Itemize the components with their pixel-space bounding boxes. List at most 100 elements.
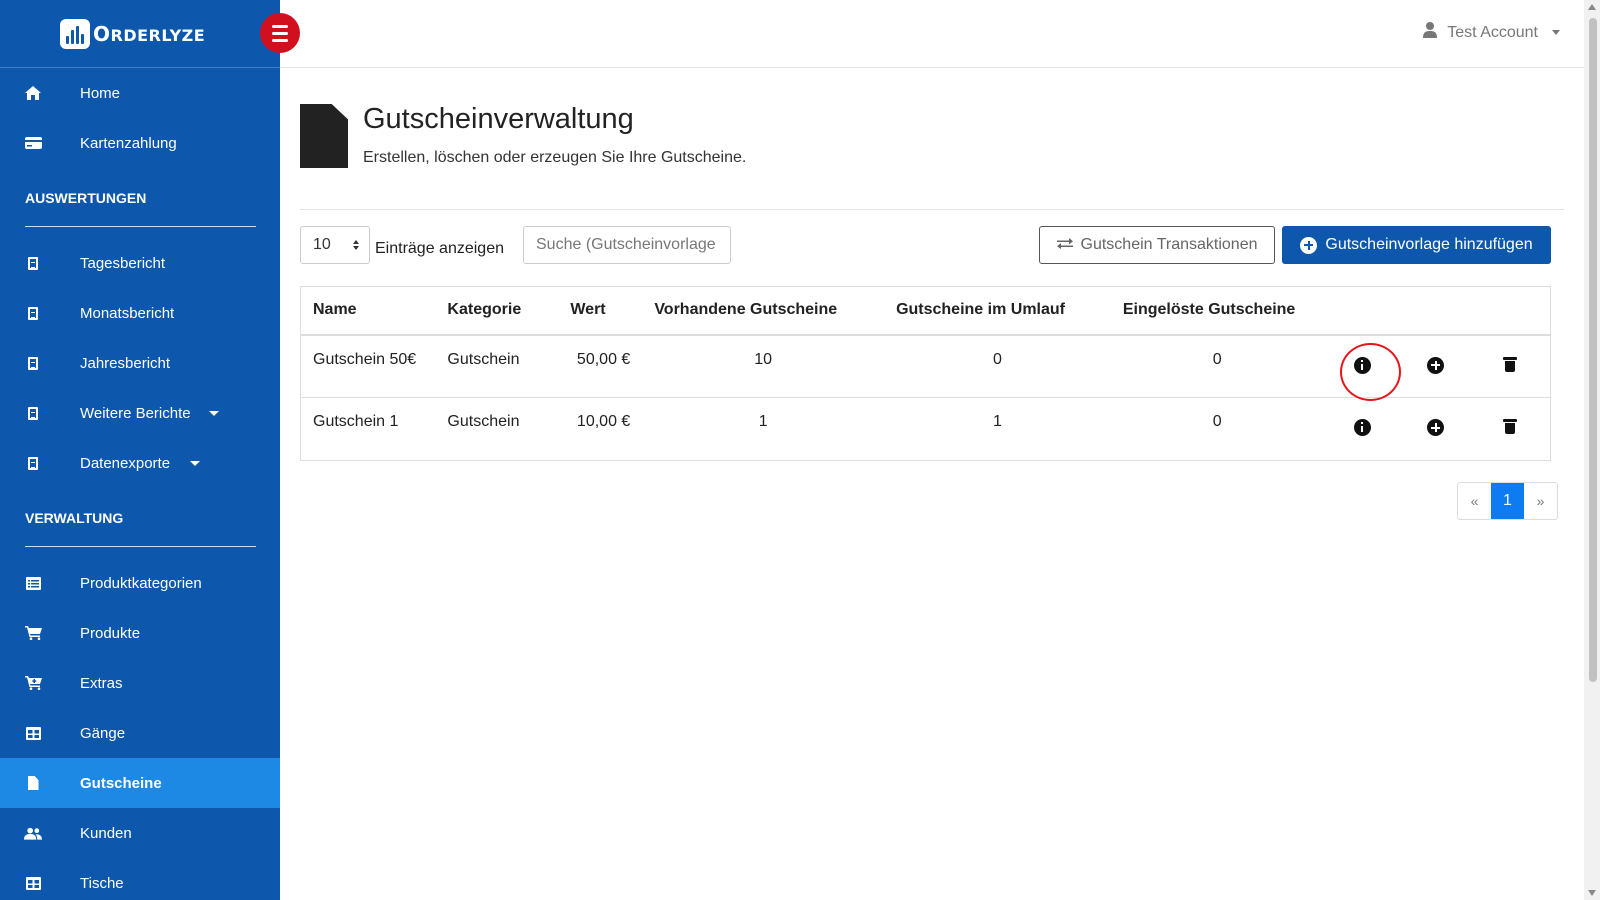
sidebar-item-label: Produktkategorien	[80, 574, 202, 592]
scroll-thumb[interactable]	[1589, 18, 1597, 682]
brand-logo-icon	[60, 18, 90, 49]
table-icon	[24, 724, 42, 742]
sidebar-item-extras[interactable]: Extras	[0, 658, 280, 708]
sidebar-item-label: Monatsbericht	[80, 304, 175, 322]
cell-category: Gutschein	[435, 397, 559, 461]
scroll-down-icon[interactable]	[1588, 890, 1596, 896]
sidebar-item-monatsbericht[interactable]: Monatsbericht	[0, 288, 280, 338]
pagination-next-button[interactable]: »	[1524, 483, 1557, 519]
sidebar-item-weitere-berichte[interactable]: Weitere Berichte	[0, 388, 280, 438]
account-name: Test Account	[1447, 23, 1538, 41]
page-title: Gutscheinverwaltung	[363, 103, 634, 135]
account-dropdown[interactable]: Test Account	[1423, 22, 1560, 43]
document-icon	[24, 254, 42, 272]
cell-redeemed: 0	[1110, 334, 1324, 398]
cell-value: 50,00 €	[558, 334, 643, 398]
cart-icon	[24, 624, 42, 642]
section-heading-auswertungen: AUSWERTUNGEN	[25, 190, 147, 206]
sidebar-item-jahresbericht[interactable]: Jahresbericht	[0, 338, 280, 388]
document-icon	[24, 404, 42, 422]
file-icon	[24, 774, 42, 792]
sidebar-item-label: Datenexporte	[80, 454, 171, 472]
sidebar-item-label: Gutscheine	[80, 774, 162, 792]
document-icon	[24, 354, 42, 372]
cell-value: 10,00 €	[558, 397, 643, 461]
sidebar-item-label: Gänge	[80, 724, 126, 742]
sidebar-item-gutscheine[interactable]: Gutscheine	[0, 758, 280, 808]
sidebar-item-label: Extras	[80, 674, 123, 692]
plus-circle-icon	[1300, 236, 1318, 254]
pagination-page-1[interactable]: 1	[1491, 483, 1524, 519]
page-scrollbar[interactable]	[1584, 0, 1600, 900]
delete-button[interactable]	[1503, 356, 1518, 372]
add-vouchers-button[interactable]	[1427, 419, 1445, 436]
user-icon	[1423, 22, 1438, 43]
brand[interactable]: ORDERLYZE	[0, 0, 280, 68]
credit-card-icon	[24, 134, 42, 152]
voucher-table: Name Kategorie Wert Vorhandene Gutschein…	[300, 286, 1551, 461]
column-header-eingeloest[interactable]: Eingelöste Gutscheine	[1110, 286, 1324, 336]
page-length-label: Einträge anzeigen	[375, 240, 504, 257]
cell-available: 10	[642, 334, 885, 398]
sidebar: ORDERLYZE Home Kartenzahlung AUSWERTUNGE…	[0, 0, 280, 900]
sidebar-item-home[interactable]: Home	[0, 68, 280, 118]
sidebar-item-label: Tische	[80, 874, 124, 892]
sidebar-item-label: Home	[80, 84, 121, 102]
table-row: Gutschein 1 Gutschein 10,00 € 1 1 0	[300, 397, 1551, 461]
caret-down-icon	[190, 461, 200, 466]
menu-toggle-button[interactable]	[260, 13, 300, 53]
sidebar-item-kunden[interactable]: Kunden	[0, 808, 280, 858]
sidebar-item-gaenge[interactable]: Gänge	[0, 708, 280, 758]
voucher-transactions-button[interactable]: Gutschein Transaktionen	[1039, 226, 1275, 264]
column-header-actions	[1323, 286, 1401, 336]
column-header-vorhandene[interactable]: Vorhandene Gutscheine	[642, 286, 885, 336]
cell-name: Gutschein 50€	[300, 334, 436, 398]
caret-down-icon	[1552, 30, 1560, 35]
delete-button[interactable]	[1503, 419, 1518, 434]
select-arrows-icon	[353, 240, 359, 250]
main-content: Gutscheinverwaltung Erstellen, löschen o…	[300, 68, 1564, 520]
add-vouchers-button[interactable]	[1427, 356, 1445, 374]
column-header-umlauf[interactable]: Gutscheine im Umlauf	[884, 286, 1111, 336]
pagination-prev-button[interactable]: «	[1458, 483, 1491, 519]
info-button[interactable]	[1339, 342, 1401, 401]
add-voucher-template-button[interactable]: Gutscheinvorlage hinzufügen	[1282, 226, 1551, 264]
sidebar-item-tische[interactable]: Tische	[0, 858, 280, 900]
page-subtitle: Erstellen, löschen oder erzeugen Sie Ihr…	[363, 149, 747, 166]
table-controls: 10 Einträge anzeigen Gutschein Transakti…	[300, 210, 1564, 290]
sidebar-item-produkte[interactable]: Produkte	[0, 608, 280, 658]
cell-available: 1	[642, 397, 885, 461]
sidebar-item-label: Kartenzahlung	[80, 134, 177, 152]
section-divider	[25, 226, 256, 227]
cell-category: Gutschein	[435, 334, 559, 398]
cell-redeemed: 0	[1110, 397, 1324, 461]
sidebar-item-produktkategorien[interactable]: Produktkategorien	[0, 558, 280, 608]
topbar: Test Account	[280, 0, 1584, 68]
sidebar-item-label: Produkte	[80, 624, 141, 642]
document-icon	[24, 304, 42, 322]
caret-down-icon	[209, 411, 219, 416]
column-header-wert[interactable]: Wert	[558, 286, 643, 336]
sidebar-item-tagesbericht[interactable]: Tagesbericht	[0, 238, 280, 288]
table-row: Gutschein 50€ Gutschein 50,00 € 10 0 0	[300, 334, 1551, 401]
cell-name: Gutschein 1	[300, 397, 436, 461]
sidebar-item-label: Kunden	[80, 824, 132, 842]
page-header: Gutscheinverwaltung Erstellen, löschen o…	[300, 68, 1564, 210]
brand-name: ORDERLYZE	[93, 21, 206, 46]
search-input[interactable]	[523, 226, 731, 264]
cart-plus-icon	[24, 674, 42, 692]
scroll-up-icon[interactable]	[1588, 4, 1596, 10]
table-icon	[24, 874, 42, 892]
info-button[interactable]	[1353, 419, 1371, 436]
column-header-kategorie[interactable]: Kategorie	[435, 286, 559, 336]
file-icon	[300, 104, 348, 168]
document-icon	[24, 454, 42, 472]
page-length-select[interactable]: 10	[300, 226, 370, 264]
cell-in-circulation: 1	[884, 397, 1111, 461]
section-divider	[25, 546, 256, 547]
sidebar-item-label: Jahresbericht	[80, 354, 171, 372]
column-header-name[interactable]: Name	[300, 286, 436, 336]
sidebar-item-kartenzahlung[interactable]: Kartenzahlung	[0, 118, 280, 168]
exchange-icon	[1056, 236, 1073, 254]
sidebar-item-datenexporte[interactable]: Datenexporte	[0, 438, 280, 488]
